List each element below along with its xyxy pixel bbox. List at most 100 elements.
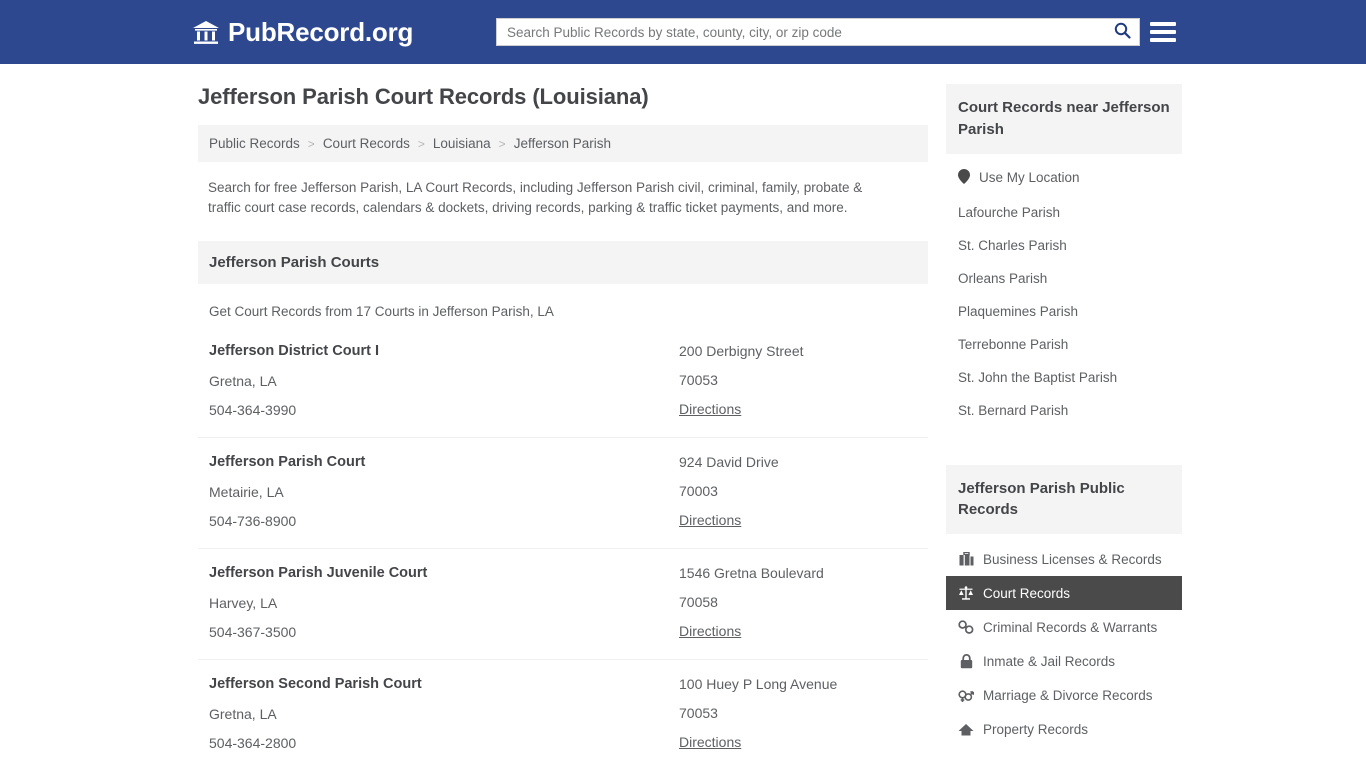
breadcrumb-separator-icon: > (498, 136, 506, 151)
menu-bar (1150, 38, 1176, 42)
breadcrumb-item-louisiana[interactable]: Louisiana (433, 136, 491, 151)
gender-symbols-icon (958, 687, 974, 703)
page-body: Jefferson Parish Court Records (Louisian… (0, 64, 1366, 768)
directions-link[interactable]: Directions (679, 623, 741, 639)
court-address-block: 924 David Drive 70003 Directions (679, 454, 917, 530)
handcuffs-icon (958, 619, 974, 635)
search-bar (496, 18, 1140, 46)
content-container: Jefferson Parish Court Records (Louisian… (198, 84, 1182, 768)
court-address-block: 200 Derbigny Street 70053 Directions (679, 343, 917, 419)
briefcase-icon (958, 551, 974, 567)
courts-section-heading: Jefferson Parish Courts (198, 240, 928, 284)
nearby-list: Use My Location Lafourche Parish St. Cha… (946, 154, 1182, 427)
nearby-item-label: Lafourche Parish (958, 204, 1061, 220)
court-name[interactable]: Jefferson District Court I (209, 343, 679, 359)
court-info: Jefferson Parish Juvenile Court Harvey, … (209, 565, 679, 641)
sidebar-item-marriage-divorce-records[interactable]: Marriage & Divorce Records (946, 678, 1182, 712)
sidebar-item-label: Criminal Records & Warrants (983, 619, 1158, 635)
site-logo[interactable]: PubRecord.org (192, 17, 413, 48)
breadcrumb-item-court-records[interactable]: Court Records (323, 136, 410, 151)
court-info: Jefferson Second Parish Court Gretna, LA… (209, 676, 679, 752)
court-address-block: 1546 Gretna Boulevard 70058 Directions (679, 565, 917, 641)
court-city: Metairie, LA (209, 483, 284, 500)
nearby-item-plaquemines-parish[interactable]: Plaquemines Parish (946, 295, 1182, 328)
directions-link[interactable]: Directions (679, 401, 741, 417)
sidebar: Court Records near Jefferson Parish Use … (946, 84, 1182, 756)
directions-link[interactable]: Directions (679, 512, 741, 528)
court-address: 924 David Drive (679, 453, 779, 470)
court-phone: 504-364-3990 (209, 401, 297, 418)
use-my-location-label: Use My Location (979, 170, 1080, 185)
lock-icon (958, 653, 974, 669)
search-button[interactable] (1105, 19, 1139, 45)
breadcrumb-item-jefferson-parish: Jefferson Parish (513, 136, 611, 151)
nearby-item-label: St. Charles Parish (958, 237, 1067, 253)
nearby-item-label: Terrebonne Parish (958, 336, 1069, 352)
menu-bar (1150, 30, 1176, 34)
sidebar-item-inmate-jail-records[interactable]: Inmate & Jail Records (946, 644, 1182, 678)
nearby-item-orleans-parish[interactable]: Orleans Parish (946, 262, 1182, 295)
court-zip: 70003 (679, 482, 718, 499)
hamburger-menu-icon[interactable] (1150, 19, 1176, 45)
directions-link[interactable]: Directions (679, 734, 741, 750)
nearby-item-label: Orleans Parish (958, 270, 1048, 286)
search-icon (1114, 22, 1131, 42)
sidebar-item-court-records[interactable]: Court Records (946, 576, 1182, 610)
sidebar-item-label: Court Records (983, 585, 1071, 601)
court-address: 100 Huey P Long Avenue (679, 675, 838, 692)
page-intro-text: Search for free Jefferson Parish, LA Cou… (208, 180, 863, 216)
map-pin-icon (958, 168, 970, 187)
public-records-heading: Jefferson Parish Public Records (946, 464, 1182, 534)
nearby-item-lafourche-parish[interactable]: Lafourche Parish (946, 196, 1182, 229)
court-info: Jefferson District Court I Gretna, LA 50… (209, 343, 679, 419)
court-phone: 504-364-2800 (209, 734, 297, 751)
court-zip: 70053 (679, 704, 718, 721)
court-name[interactable]: Jefferson Parish Court (209, 454, 679, 470)
table-row: Jefferson Parish Court Metairie, LA 504-… (198, 438, 928, 549)
court-phone: 504-736-8900 (209, 512, 297, 529)
court-city: Gretna, LA (209, 705, 277, 722)
sidebar-item-property-records[interactable]: Property Records (946, 712, 1182, 746)
table-row: Jefferson Second Parish Court Gretna, LA… (198, 660, 928, 768)
scales-of-justice-icon (958, 585, 974, 601)
site-header: PubRecord.org (0, 0, 1366, 64)
sidebar-item-label: Inmate & Jail Records (983, 653, 1116, 669)
use-my-location-item[interactable]: Use My Location (946, 160, 1182, 196)
court-zip: 70053 (679, 371, 718, 388)
court-address: 1546 Gretna Boulevard (679, 564, 824, 581)
court-info: Jefferson Parish Court Metairie, LA 504-… (209, 454, 679, 530)
court-city: Harvey, LA (209, 594, 278, 611)
menu-bar (1150, 22, 1176, 26)
breadcrumb-separator-icon: > (417, 136, 425, 151)
courts-section-subheading: Get Court Records from 17 Courts in Jeff… (209, 303, 554, 319)
nearby-item-label: Plaquemines Parish (958, 303, 1079, 319)
courts-list: Jefferson District Court I Gretna, LA 50… (198, 327, 928, 768)
nearby-item-label: St. John the Baptist Parish (958, 369, 1118, 385)
nearby-item-st-bernard-parish[interactable]: St. Bernard Parish (946, 394, 1182, 427)
court-phone: 504-367-3500 (209, 623, 297, 640)
sidebar-item-label: Property Records (983, 721, 1089, 737)
nearby-item-terrebonne-parish[interactable]: Terrebonne Parish (946, 328, 1182, 361)
sidebar-item-label: Marriage & Divorce Records (983, 687, 1153, 703)
nearby-item-st-john-the-baptist-parish[interactable]: St. John the Baptist Parish (946, 361, 1182, 394)
bank-building-icon (192, 19, 220, 45)
nearby-item-st-charles-parish[interactable]: St. Charles Parish (946, 229, 1182, 262)
court-name[interactable]: Jefferson Parish Juvenile Court (209, 565, 679, 581)
court-zip: 70058 (679, 593, 718, 610)
breadcrumb-item-public-records[interactable]: Public Records (209, 136, 300, 151)
nearby-heading: Court Records near Jefferson Parish (946, 84, 1182, 154)
public-records-box: Jefferson Parish Public Records Business… (946, 464, 1182, 747)
court-city: Gretna, LA (209, 372, 277, 389)
public-records-list: Business Licenses & Records Court Record… (946, 534, 1182, 746)
sidebar-item-criminal-records[interactable]: Criminal Records & Warrants (946, 610, 1182, 644)
court-name[interactable]: Jefferson Second Parish Court (209, 676, 679, 692)
breadcrumb-separator-icon: > (307, 136, 315, 151)
search-input[interactable] (497, 19, 1105, 45)
table-row: Jefferson District Court I Gretna, LA 50… (198, 327, 928, 438)
breadcrumb: Public Records > Court Records > Louisia… (198, 125, 928, 162)
house-icon (958, 721, 974, 737)
main-column: Jefferson Parish Court Records (Louisian… (198, 84, 928, 768)
court-address: 200 Derbigny Street (679, 342, 804, 359)
nearby-records-box: Court Records near Jefferson Parish Use … (946, 84, 1182, 427)
sidebar-item-business-licenses[interactable]: Business Licenses & Records (946, 542, 1182, 576)
